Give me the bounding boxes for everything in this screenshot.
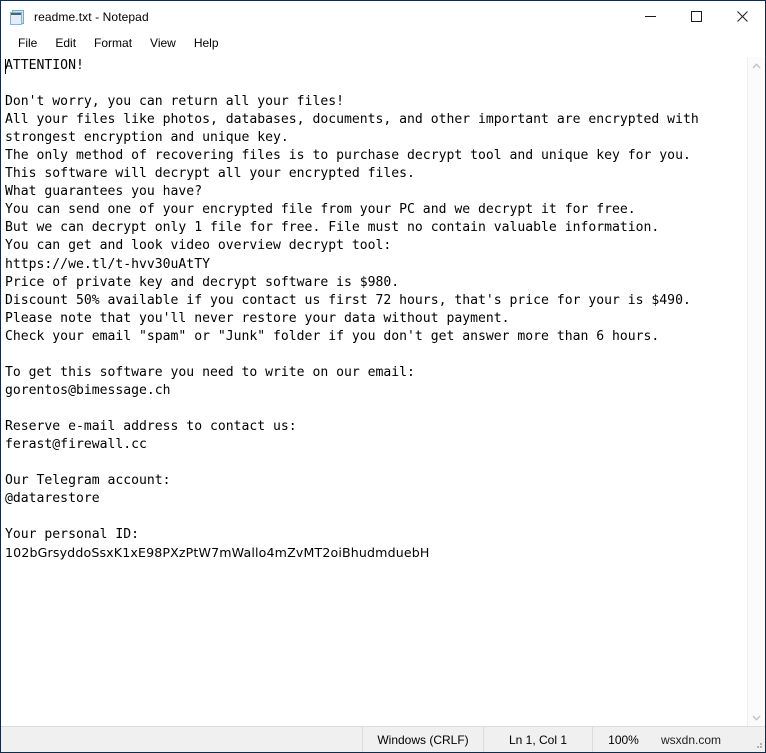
minimize-button[interactable] xyxy=(627,1,673,32)
menu-item-format[interactable]: Format xyxy=(85,34,141,54)
text-line: The only method of recovering files is t… xyxy=(5,148,691,164)
text-line: https://we.tl/t-hvv30uAtTY xyxy=(5,256,210,272)
status-cursor-position: Ln 1, Col 1 xyxy=(483,727,592,752)
text-line: Check your email "spam" or "Junk" folder… xyxy=(5,328,660,344)
text-line: But we can decrypt only 1 file for free.… xyxy=(5,220,660,236)
notepad-icon xyxy=(10,9,26,25)
editor-area: ATTENTION! Don't worry, you can return a… xyxy=(1,56,765,726)
close-icon xyxy=(736,11,748,22)
chevron-up-icon xyxy=(752,62,761,68)
text-line: Your personal ID: xyxy=(5,527,140,543)
chevron-down-icon xyxy=(752,715,761,721)
status-bar-spacer xyxy=(1,727,362,752)
status-zoom-level: 100% xyxy=(592,727,654,752)
text-line: @datarestore xyxy=(5,491,100,507)
resize-grip-icon xyxy=(757,743,762,748)
scroll-down-button[interactable] xyxy=(748,709,765,726)
minimize-icon xyxy=(644,16,656,17)
text-line: What guarantees you have? xyxy=(5,184,203,200)
text-line: 102bGrsyddoSsxK1xE98PXzPtW7mWallo4mZvMT2… xyxy=(5,545,430,561)
text-line: This software will decrypt all your encr… xyxy=(5,166,415,182)
text-line: You can get and look video overview decr… xyxy=(5,238,392,254)
text-line xyxy=(5,346,747,364)
text-line: Discount 50% available if you contact us… xyxy=(5,292,691,308)
text-line: Our Telegram account: xyxy=(5,473,171,489)
text-line: Price of private key and decrypt softwar… xyxy=(5,274,400,290)
menu-bar: File Edit Format View Help xyxy=(1,32,765,56)
text-line: ferast@firewall.cc xyxy=(5,436,147,452)
text-line: ATTENTION! xyxy=(5,58,84,73)
text-line: gorentos@bimessage.ch xyxy=(5,382,171,398)
text-line: All your files like photos, databases, d… xyxy=(5,112,699,128)
resize-grip[interactable] xyxy=(751,727,765,752)
text-line: strongest encryption and unique key. xyxy=(5,130,289,146)
notepad-window: readme.txt - Notepad File Edit Format Vi… xyxy=(0,0,766,753)
text-line xyxy=(5,508,747,526)
watermark-label: wsxdn.com xyxy=(661,732,722,747)
menu-item-view[interactable]: View xyxy=(141,34,185,54)
scrollbar-track[interactable] xyxy=(748,74,765,709)
window-title: readme.txt - Notepad xyxy=(34,9,149,24)
text-line: To get this software you need to write o… xyxy=(5,364,415,380)
menu-item-file[interactable]: File xyxy=(9,34,46,54)
text-line: Don't worry, you can return all your fil… xyxy=(5,94,344,110)
scroll-up-button[interactable] xyxy=(748,57,765,74)
status-line-ending: Windows (CRLF) xyxy=(362,727,483,752)
text-line: Reserve e-mail address to contact us: xyxy=(5,418,297,434)
vertical-scrollbar[interactable] xyxy=(747,57,765,726)
menu-item-help[interactable]: Help xyxy=(185,34,228,54)
close-button[interactable] xyxy=(719,1,765,32)
text-line: Please note that you'll never restore yo… xyxy=(5,310,510,326)
text-line xyxy=(5,75,747,93)
status-bar: Windows (CRLF) Ln 1, Col 1 100% wsxdn.co… xyxy=(1,726,765,752)
maximize-button[interactable] xyxy=(673,1,719,32)
maximize-icon xyxy=(690,11,702,22)
title-bar: readme.txt - Notepad xyxy=(1,1,765,32)
text-editor[interactable]: ATTENTION! Don't worry, you can return a… xyxy=(1,57,747,726)
text-line xyxy=(5,454,747,472)
menu-item-edit[interactable]: Edit xyxy=(46,34,85,54)
text-line: You can send one of your encrypted file … xyxy=(5,202,636,218)
text-caret xyxy=(5,59,6,74)
text-line xyxy=(5,400,747,418)
